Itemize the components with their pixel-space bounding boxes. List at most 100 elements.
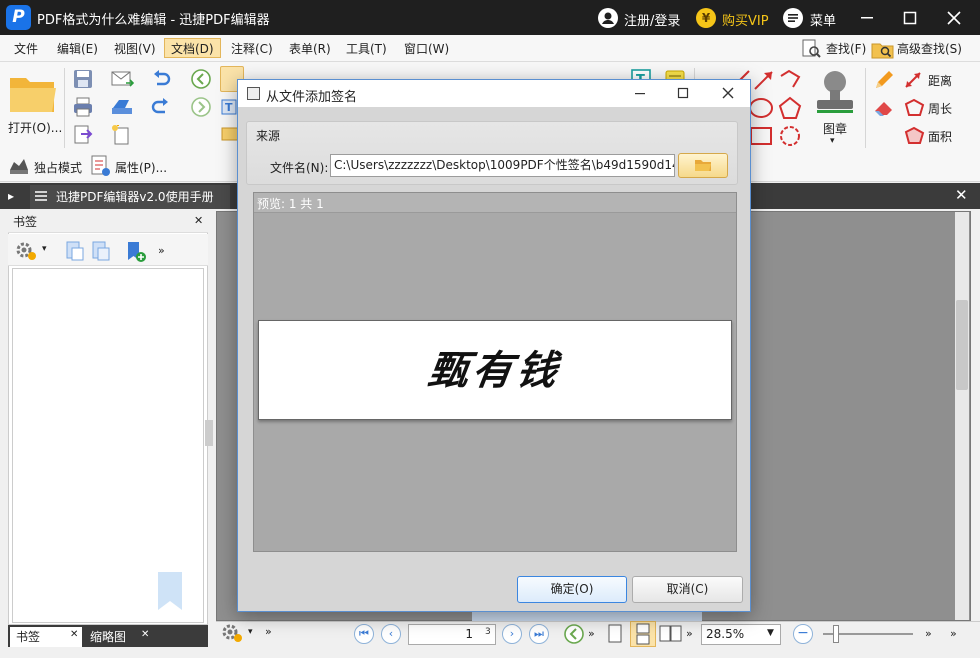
chevron-down-icon[interactable]: ▾ bbox=[248, 627, 253, 637]
expand-bookmark-icon[interactable] bbox=[64, 240, 86, 262]
maximize-button[interactable] bbox=[888, 0, 932, 35]
menu-file[interactable]: 文件 bbox=[8, 39, 44, 59]
email-icon[interactable] bbox=[110, 68, 134, 90]
perimeter-icon[interactable] bbox=[903, 98, 925, 118]
new-document-icon[interactable] bbox=[110, 124, 132, 146]
close-tab-icon[interactable]: ✕ bbox=[70, 629, 78, 640]
perimeter-tool[interactable]: 周长 bbox=[928, 100, 952, 117]
bookmark-panel-title: 书签 bbox=[8, 211, 208, 233]
menu-window[interactable]: 窗口(W) bbox=[398, 39, 455, 59]
ok-button[interactable]: 确定(O) bbox=[517, 576, 627, 603]
login-link[interactable]: 注册/登录 bbox=[624, 10, 680, 29]
polygon-tool-icon[interactable] bbox=[778, 96, 802, 120]
page-number-input[interactable]: 1 bbox=[408, 624, 496, 645]
undo-icon[interactable] bbox=[150, 68, 172, 90]
dialog-minimize-button[interactable] bbox=[630, 82, 650, 104]
advanced-search-button[interactable]: 高级查找(S) bbox=[897, 38, 962, 60]
solo-mode-button[interactable]: 独占模式 bbox=[34, 159, 82, 176]
gear-icon[interactable] bbox=[220, 622, 244, 644]
menu-document[interactable]: 文档(D) bbox=[164, 38, 221, 58]
distance-icon[interactable] bbox=[903, 70, 923, 90]
open-button[interactable]: 打开(O)... bbox=[8, 119, 62, 136]
arrow-tool-icon[interactable] bbox=[752, 68, 776, 92]
cancel-button[interactable]: 取消(C) bbox=[632, 576, 743, 603]
properties-button[interactable]: 属性(P)... bbox=[115, 159, 167, 176]
more-options-icon[interactable]: » bbox=[950, 627, 957, 640]
preview-page-count: 预览: 1 共 1 bbox=[257, 197, 324, 211]
file-path-field[interactable]: C:\Users\zzzzzzz\Desktop\1009PDF个性签名\b49… bbox=[330, 154, 675, 177]
vertical-scrollbar[interactable] bbox=[955, 212, 969, 620]
yen-icon[interactable]: ¥ bbox=[696, 8, 716, 28]
search-icon bbox=[800, 38, 822, 60]
forward-arrow-icon[interactable] bbox=[190, 96, 212, 118]
ellipse-tool-icon[interactable] bbox=[748, 96, 774, 120]
polyline-tool-icon[interactable] bbox=[778, 68, 802, 92]
more-options-icon[interactable]: » bbox=[265, 625, 272, 638]
chevron-down-icon[interactable]: ▾ bbox=[830, 136, 835, 146]
minimize-button[interactable] bbox=[845, 0, 889, 35]
folder-icon bbox=[694, 159, 712, 172]
print-icon[interactable] bbox=[72, 96, 94, 118]
scan-icon[interactable] bbox=[110, 96, 134, 118]
last-page-button[interactable]: ⏭ bbox=[529, 624, 549, 644]
dialog-app-icon bbox=[247, 87, 260, 100]
dialog-maximize-button[interactable] bbox=[673, 82, 693, 104]
ribbon-separator bbox=[64, 68, 65, 148]
area-icon[interactable] bbox=[903, 126, 925, 146]
menu-form[interactable]: 表单(R) bbox=[283, 39, 337, 59]
export-icon[interactable] bbox=[72, 124, 94, 146]
close-tab-icon[interactable]: ✕ bbox=[141, 629, 149, 640]
close-window-button[interactable] bbox=[932, 0, 976, 35]
buy-vip-link[interactable]: 购买VIP bbox=[722, 10, 769, 29]
save-icon[interactable] bbox=[72, 68, 94, 90]
main-menu-button[interactable]: 菜单 bbox=[810, 10, 836, 29]
stamp-icon[interactable] bbox=[812, 68, 858, 118]
continuous-page-icon[interactable] bbox=[630, 621, 656, 647]
menu-edit[interactable]: 编辑(E) bbox=[51, 39, 104, 59]
zoom-slider-handle[interactable] bbox=[833, 625, 839, 643]
cloud-tool-icon[interactable] bbox=[778, 124, 802, 148]
redo-icon[interactable] bbox=[150, 96, 172, 118]
next-page-button[interactable]: › bbox=[502, 624, 522, 644]
tab-list-icon[interactable]: ▸ bbox=[8, 189, 14, 203]
more-options-icon[interactable]: » bbox=[925, 627, 932, 640]
panel-splitter[interactable] bbox=[205, 420, 213, 446]
area-tool[interactable]: 面积 bbox=[928, 128, 952, 145]
first-page-button[interactable]: ⏮ bbox=[354, 624, 374, 644]
menu-comment[interactable]: 注释(C) bbox=[225, 39, 279, 59]
search-button[interactable]: 查找(F) bbox=[826, 38, 866, 60]
dialog-title: 从文件添加签名 bbox=[266, 90, 358, 105]
open-folder-icon[interactable] bbox=[8, 72, 58, 114]
distance-tool[interactable]: 距离 bbox=[928, 72, 952, 89]
rectangle-tool-icon[interactable] bbox=[748, 124, 774, 148]
menu-view[interactable]: 视图(V) bbox=[108, 39, 162, 59]
prev-page-button[interactable]: ‹ bbox=[381, 624, 401, 644]
preview-header bbox=[254, 193, 736, 213]
scrollbar-thumb[interactable] bbox=[956, 300, 968, 390]
document-tab[interactable]: 迅捷PDF编辑器v2.0使用手册 bbox=[30, 185, 230, 209]
menu-tools[interactable]: 工具(T) bbox=[340, 39, 393, 59]
zoom-out-button[interactable]: − bbox=[793, 624, 813, 644]
chevron-down-icon[interactable]: ▾ bbox=[42, 244, 47, 254]
gear-icon[interactable] bbox=[14, 240, 38, 262]
more-options-icon[interactable]: » bbox=[686, 627, 693, 640]
back-arrow-icon[interactable] bbox=[563, 623, 585, 645]
add-bookmark-icon[interactable] bbox=[124, 240, 148, 264]
close-panel-icon[interactable]: ✕ bbox=[194, 214, 203, 227]
pencil-icon[interactable] bbox=[872, 68, 896, 92]
collapse-bookmark-icon[interactable] bbox=[90, 240, 112, 262]
chevron-down-icon[interactable]: ▼ bbox=[767, 628, 774, 638]
eraser-icon[interactable] bbox=[872, 96, 896, 120]
close-tab-icon[interactable]: ✕ bbox=[955, 186, 968, 204]
user-icon[interactable] bbox=[598, 8, 618, 28]
svg-text:T: T bbox=[225, 101, 233, 114]
back-arrow-icon[interactable] bbox=[190, 68, 212, 90]
more-options-icon[interactable]: » bbox=[158, 244, 165, 257]
single-page-icon[interactable] bbox=[606, 623, 624, 645]
two-page-icon[interactable] bbox=[658, 623, 684, 645]
dialog-close-button[interactable] bbox=[716, 82, 740, 104]
stamp-label[interactable]: 图章 bbox=[823, 120, 847, 137]
more-options-icon[interactable]: » bbox=[588, 627, 595, 640]
menu-icon[interactable] bbox=[783, 8, 803, 28]
window-title: PDF格式为什么难编辑 - 迅捷PDF编辑器 bbox=[37, 13, 270, 28]
